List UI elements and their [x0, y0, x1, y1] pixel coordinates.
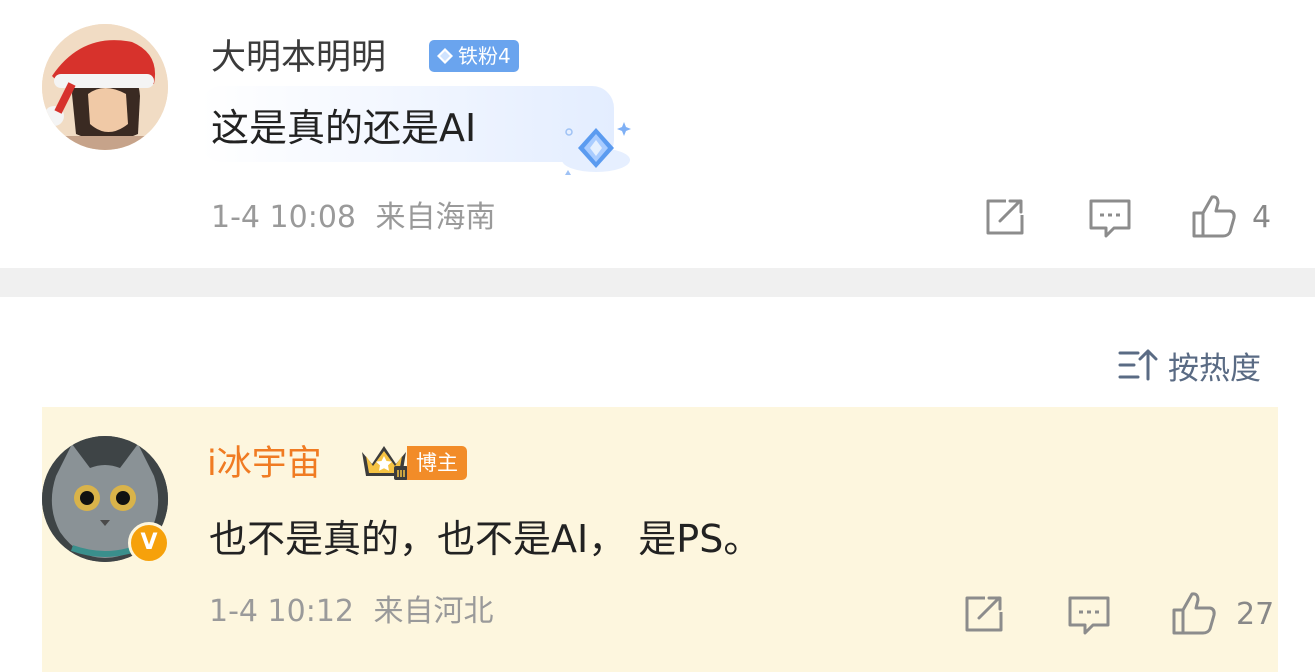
share-icon[interactable]	[984, 197, 1026, 237]
diamond-icon	[562, 122, 631, 175]
verified-badge: V	[128, 522, 170, 564]
section-divider	[0, 268, 1315, 297]
comment-text: 这是真的还是AI	[211, 106, 477, 150]
like-icon[interactable]	[1170, 590, 1218, 636]
like-icon[interactable]	[1190, 193, 1238, 239]
fan-level-badge[interactable]: 铁粉4	[429, 40, 519, 72]
avatar-image	[42, 24, 168, 150]
fan-badge-label: 铁粉4	[458, 44, 511, 68]
like-count: 4	[1252, 200, 1272, 235]
comment-icon[interactable]	[1067, 595, 1111, 637]
avatar[interactable]	[42, 24, 168, 150]
share-icon[interactable]	[963, 594, 1005, 634]
diamond-icon	[437, 48, 453, 64]
username[interactable]: 大明本明明	[211, 38, 386, 78]
comment-text: 也不是真的，也不是AI， 是PS。	[209, 517, 762, 561]
like-count: 27	[1236, 597, 1275, 632]
blogger-badge: 博主	[407, 446, 467, 480]
sort-label: 按热度	[1168, 350, 1261, 387]
comment-icon[interactable]	[1088, 198, 1132, 240]
comment-location: 来自海南	[375, 200, 496, 235]
crown-icon	[362, 446, 408, 480]
comment-meta: 1-4 10:08 来自海南	[211, 200, 496, 236]
sort-icon	[1118, 349, 1158, 381]
comment-time: 1-4 10:08	[211, 200, 356, 235]
username[interactable]: i冰宇宙	[207, 444, 322, 484]
sort-toggle[interactable]: 按热度	[1118, 345, 1261, 387]
comment-meta: 1-4 10:12 来自河北	[209, 594, 494, 630]
comment-time: 1-4 10:12	[209, 594, 354, 629]
comment-location: 来自河北	[373, 594, 494, 629]
